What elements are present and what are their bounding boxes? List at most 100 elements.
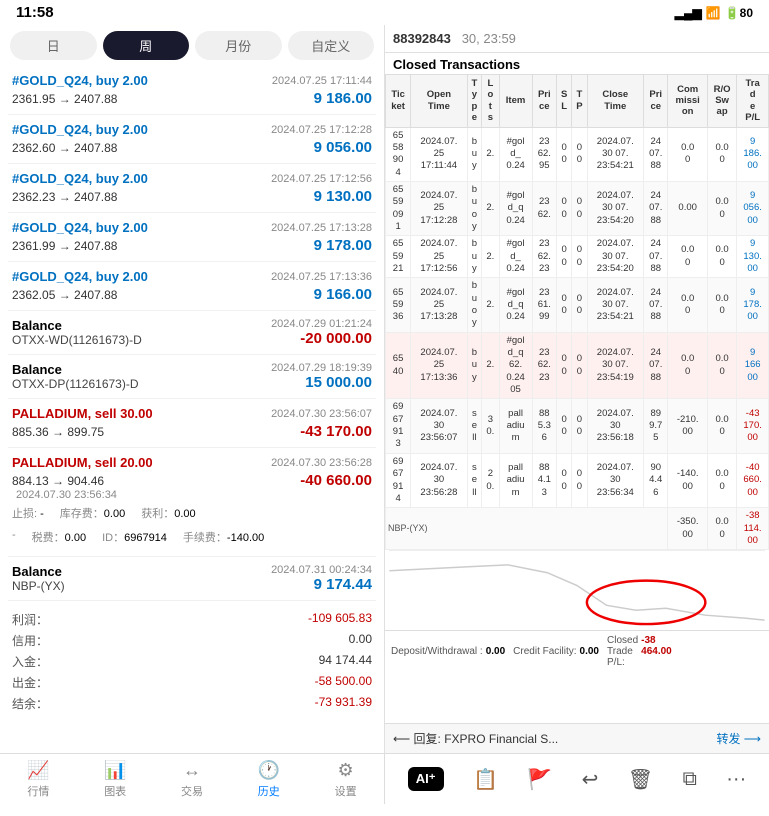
list-item: #GOLD_Q24, buy 2.00 2024.07.25 17:12:56 … [8,164,376,213]
tx-title: #GOLD_Q24, buy 2.00 [12,171,148,186]
balance-value: -73 931.39 [315,695,372,712]
cycle-icon: ↩ [582,767,599,792]
tx-date: 2024.07.25 17:12:56 [271,173,372,185]
list-item: PALLADIUM, sell 20.00 2024.07.30 23:56:2… [8,448,376,557]
tx-date: 2024.07.29 18:19:39 [271,362,372,374]
list-item: #GOLD_Q24, buy 2.00 2024.07.25 17:13:36 … [8,262,376,311]
settings-icon: ⚙ [338,760,354,781]
col-swap: R/OSwap [707,75,736,128]
trash-button[interactable]: 🗑 [622,763,659,796]
deposit-label: 入金： [12,653,48,670]
col-pnl: TradeP/L [737,75,769,128]
trade-icon: ↔ [183,760,201,781]
closed-pnl-value: -38464.00 [641,635,672,668]
nav-settings[interactable]: ⚙ 设置 [307,754,384,804]
cycle-button[interactable]: ↩ [576,763,605,796]
copy-button[interactable]: ⧉ [677,764,703,795]
tx-date: 2024.07.25 17:13:28 [271,222,372,234]
balance-subtitle: OTXX-WD(11261673)-D [12,333,142,347]
ai-button[interactable]: AI⁺ [402,763,450,795]
tx-date: 2024.07.30 23:56:07 [271,408,372,420]
balance-subtitle: OTXX-DP(11261673)-D [12,377,139,391]
tx-title: #GOLD_Q24, buy 2.00 [12,269,148,284]
col-tp: TP [572,75,587,128]
credit-label: 信用： [12,632,48,649]
list-item: PALLADIUM, sell 30.00 2024.07.30 23:56:0… [8,399,376,448]
table-row: 655921 2024.07.2517:12:56 buy 2. #gold_0… [386,236,769,278]
nav-chart-label: 图表 [104,783,126,799]
table-row: 6559091 2024.07.2517:12:28 buoy 2. #gold… [386,181,769,235]
col-opentime: OpenTime [411,75,467,128]
nav-history-label: 历史 [258,783,280,799]
signal-icon: ▂▄▆ [675,6,702,20]
deposit-summary: Deposit/Withdrawal : 0.00 [391,646,505,657]
bottom-summary: Deposit/Withdrawal : 0.00 Credit Facilit… [385,630,769,672]
nav-history[interactable]: 🕐 历史 [230,754,307,804]
tx-title: #GOLD_Q24, buy 2.00 [12,73,148,88]
palladium-detail-date: 2024.07.30 23:56:34 [12,489,372,501]
table-row: 6967914 2024.07.3023:56:28 sell 20. pall… [386,453,769,507]
col-ticket: Ticket [386,75,411,128]
list-item: #GOLD_Q24, buy 2.00 2024.07.25 17:12:28 … [8,115,376,164]
tx-prices: 2362.23 → 2407.88 [12,190,117,204]
right-scroll[interactable]: Ticket OpenTime Type Lots Item Price SL … [385,74,769,723]
deposit-value: 0.00 [486,646,505,657]
tab-week[interactable]: 周 [103,31,190,60]
balance-entry: Balance OTXX-WD(11261673)-D 2024.07.29 0… [8,311,376,355]
more-button[interactable]: ··· [720,764,752,795]
right-toolbar: AI⁺ 📋 🚩 ↩ 🗑 ⧉ ··· [385,754,769,804]
list-item: #GOLD_Q24, buy 2.00 2024.07.25 17:13:28 … [8,213,376,262]
tab-bar: 日 周 月份 自定义 [0,25,384,66]
credit-summary: Credit Facility: 0.00 [513,646,599,657]
balance-amount: -20 000.00 [271,330,372,347]
balance-subtitle-nbp: NBP-(YX) [12,579,65,593]
tab-day[interactable]: 日 [10,31,97,60]
flag-icon: 🚩 [527,767,552,792]
right-header: 88392843 30, 23:59 [385,25,769,53]
profit-value: -109 605.83 [308,611,372,628]
closed-pnl-label: ClosedTradeP/L: [607,635,638,668]
col-sl: SL [557,75,572,128]
tx-date: 2024.07.29 01:21:24 [271,318,372,330]
table-row: 6558904 2024.07.2517:11:44 buy 2. #gold_… [386,127,769,181]
status-bar: 11:58 ▂▄▆ 📶 🔋80 [0,0,769,25]
balance-label: 结余： [12,695,48,712]
credit-value: 0.00 [580,646,599,657]
flag-button[interactable]: 🚩 [521,763,558,796]
main-container: 日 周 月份 自定义 #GOLD_Q24, buy 2.00 2024.07.2… [0,25,769,753]
status-time: 11:58 [16,4,54,21]
nav-chart[interactable]: 📊 图表 [77,754,154,804]
reply-text[interactable]: ⟵ 回复: FXPRO Financial S... [393,730,708,747]
withdraw-label: 出金： [12,674,48,691]
tab-month[interactable]: 月份 [195,31,282,60]
id-info: - 税费：0.00 ID：6967914 手续费：-140.00 [12,525,372,549]
balance-amount-nbp: 9 174.44 [271,576,372,593]
trash-icon: 🗑 [628,767,653,792]
balance-title-nbp: Balance [12,564,65,579]
credit-label: Credit Facility: [513,646,576,657]
tx-prices: 2361.95 → 2407.88 [12,92,117,106]
folder-button[interactable]: 📋 [467,763,504,796]
closed-transactions-title: Closed Transactions [385,53,769,74]
forward-button[interactable]: 转发 ⟶ [716,730,761,747]
tab-custom[interactable]: 自定义 [288,31,375,60]
profit-label: 利润： [12,611,48,628]
tx-pnl: 9 130.00 [314,188,372,205]
nav-market-label: 行情 [27,783,49,799]
account-number: 88392843 [393,31,451,46]
stop-info: 止损: - 库存费：0.00 获利：0.00 [12,501,372,525]
nav-trade[interactable]: ↔ 交易 [154,754,231,804]
more-icon: ··· [726,768,746,791]
deposit-value: 94 174.44 [319,653,372,670]
nav-market[interactable]: 📈 行情 [0,754,77,804]
table-row: 655936 2024.07.2517:13:28 buoy 2. #gold_… [386,278,769,332]
col-lots: Lots [482,75,499,128]
closed-pnl-summary: ClosedTradeP/L: -38464.00 [607,635,672,668]
balance-amount: 15 000.00 [271,374,372,391]
tx-pnl: 9 178.00 [314,237,372,254]
table-row-balance: NBP-(YX) -350.00 0.00 -38114.00 [386,508,769,550]
col-commission: Commission [668,75,707,128]
col-closeprice: Price [644,75,668,128]
copy-icon: ⧉ [683,768,697,791]
tx-prices: 884.13 → 904.46 [12,474,104,488]
